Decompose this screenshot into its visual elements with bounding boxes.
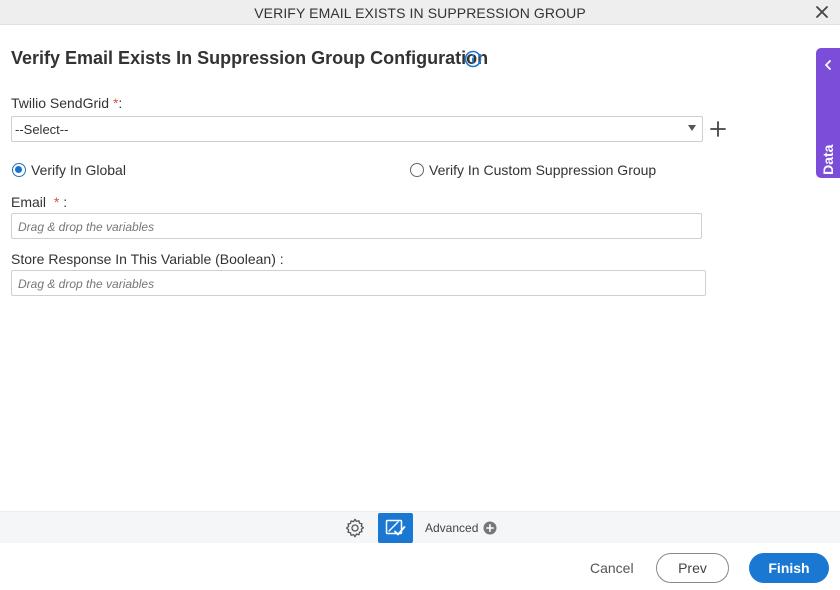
- label-colon: :: [118, 95, 123, 111]
- window-title: VERIFY EMAIL EXISTS IN SUPPRESSION GROUP: [254, 5, 586, 21]
- radio-verify-global-label: Verify In Global: [31, 162, 126, 178]
- store-response-input[interactable]: Drag & drop the variables: [11, 270, 706, 296]
- radio-verify-custom-group[interactable]: Verify In Custom Suppression Group: [410, 162, 656, 178]
- email-input[interactable]: Drag & drop the variables: [11, 213, 702, 239]
- email-label: Email * :: [11, 194, 67, 210]
- title-bar: VERIFY EMAIL EXISTS IN SUPPRESSION GROUP: [0, 0, 840, 25]
- sendgrid-select-value: --Select--: [15, 122, 69, 137]
- gear-icon[interactable]: [344, 517, 366, 539]
- prev-button[interactable]: Prev: [656, 553, 729, 583]
- radio-unchecked-icon[interactable]: [410, 163, 424, 177]
- bottom-toolbar: Advanced: [0, 511, 840, 543]
- radio-verify-global[interactable]: Verify In Global: [12, 162, 126, 178]
- mapping-button[interactable]: [378, 513, 413, 543]
- radio-checked-icon[interactable]: [12, 163, 26, 177]
- chevron-left-icon: [825, 60, 831, 70]
- add-connection-plus-icon[interactable]: [709, 120, 727, 138]
- app-data-panel-tab[interactable]: App Data: [816, 48, 840, 206]
- plus-circle-icon[interactable]: [483, 521, 497, 535]
- close-icon[interactable]: [814, 4, 830, 20]
- mapping-check-icon: [385, 519, 406, 536]
- finish-button[interactable]: Finish: [749, 553, 829, 583]
- page-title: Verify Email Exists In Suppression Group…: [11, 48, 489, 68]
- label-colon: :: [63, 194, 68, 210]
- required-mark: *: [53, 194, 60, 210]
- email-input-placeholder: Drag & drop the variables: [18, 220, 155, 234]
- cancel-button[interactable]: Cancel: [590, 560, 634, 576]
- info-icon[interactable]: [464, 50, 482, 68]
- radio-verify-custom-group-label: Verify In Custom Suppression Group: [429, 162, 657, 178]
- sendgrid-select[interactable]: --Select--: [11, 116, 703, 142]
- sendgrid-label: Twilio SendGrid *:: [11, 95, 122, 111]
- dropdown-arrow-icon: [688, 125, 696, 131]
- email-label-text: Email: [11, 194, 47, 210]
- advanced-link[interactable]: Advanced: [425, 521, 478, 535]
- store-response-label: Store Response In This Variable (Boolean…: [11, 251, 284, 267]
- sendgrid-label-text: Twilio SendGrid: [11, 95, 110, 111]
- store-response-input-placeholder: Drag & drop the variables: [18, 277, 155, 291]
- app-data-label: App Data: [820, 144, 836, 206]
